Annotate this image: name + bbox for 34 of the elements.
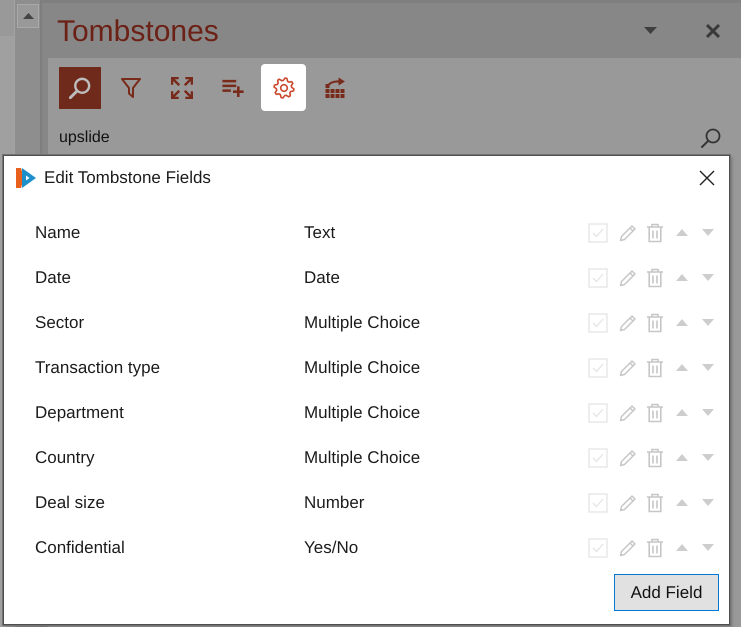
- field-name: Deal size: [34, 492, 106, 512]
- up-triangle-icon: [22, 13, 34, 19]
- field-type: Text: [304, 222, 336, 242]
- field-type: Multiple Choice: [304, 402, 422, 422]
- close-icon[interactable]: [699, 170, 715, 186]
- field-name: Transaction type: [34, 358, 162, 378]
- field-type: Date: [304, 268, 341, 288]
- field-type: Multiple Choice: [304, 358, 422, 378]
- field-name: Sector: [34, 312, 86, 332]
- settings-button[interactable]: [261, 64, 306, 111]
- caret-down-icon[interactable]: [644, 27, 657, 34]
- search-field[interactable]: upslide: [59, 129, 701, 147]
- field-type: Yes/No: [304, 538, 360, 558]
- field-name: Confidential: [34, 538, 126, 558]
- search-icon: [69, 77, 91, 99]
- field-type: Multiple Choice: [304, 312, 422, 332]
- pane-title: Tombstones: [57, 14, 220, 48]
- search-button[interactable]: [59, 67, 101, 109]
- field-name: Country: [34, 448, 96, 468]
- field-name: Department: [34, 402, 125, 422]
- field-type: Multiple Choice: [304, 448, 422, 468]
- add-field-button[interactable]: Add Field: [614, 574, 719, 611]
- dialog-title: Edit Tombstone Fields: [44, 168, 212, 188]
- funnel-icon: [120, 76, 140, 98]
- search-icon[interactable]: [701, 128, 721, 148]
- list-plus-icon: [220, 78, 244, 96]
- field-name: Name: [34, 222, 82, 242]
- field-type: Number: [304, 492, 366, 512]
- expand-arrows-icon: [170, 76, 192, 98]
- grid-arrow-icon: [324, 76, 346, 98]
- gear-icon: [272, 76, 294, 98]
- field-name: Date: [34, 268, 72, 288]
- scroll-up-button[interactable]: [17, 4, 39, 28]
- play-logo-icon: [16, 167, 36, 189]
